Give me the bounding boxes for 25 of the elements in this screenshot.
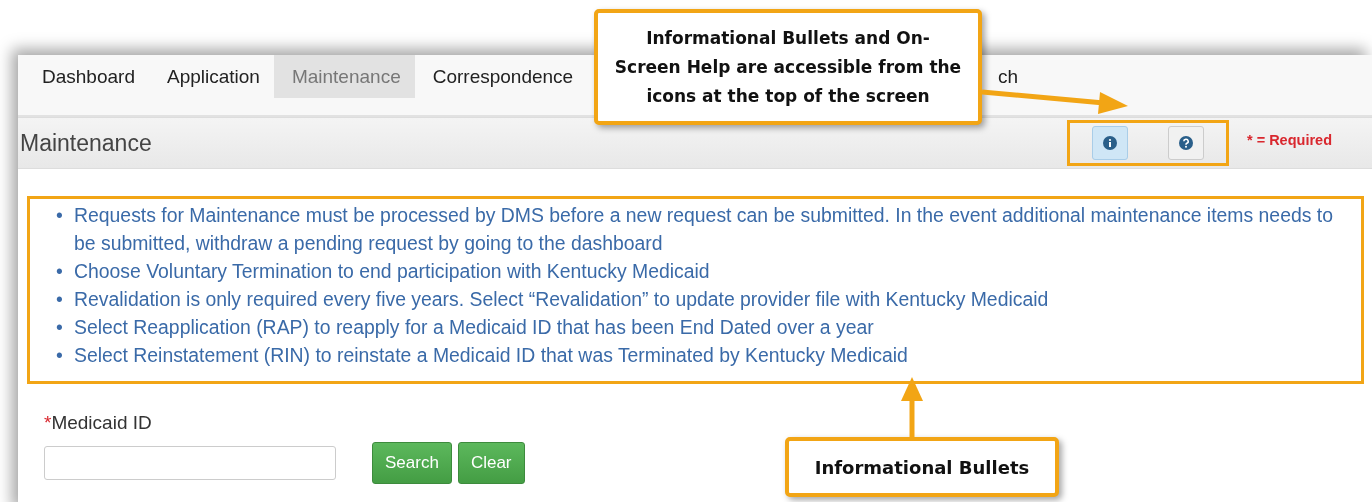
info-bullet: Choose Voluntary Termination to end participation with Kentucky Medicaid: [74, 259, 710, 284]
info-button[interactable]: [1092, 126, 1128, 160]
info-bullet: Select Reapplication (RAP) to reapply for a Medicaid ID that has been End Dated over a year: [74, 315, 874, 340]
bullet-marker: •: [56, 259, 64, 284]
nav-tab[interactable]: ch: [993, 55, 1022, 98]
required-asterisk: *: [44, 412, 52, 433]
info-icon: [1103, 136, 1117, 150]
help-button[interactable]: [1168, 126, 1204, 160]
nav-tab[interactable]: Application: [148, 55, 274, 98]
nav-tab[interactable]: Dashboard: [24, 55, 149, 98]
info-bullet: Revalidation is only required every five years. Select “Revalidation” to update provider file with Kentucky Medicaid: [74, 287, 1049, 312]
bullet-marker: •: [56, 343, 64, 368]
page-title: Maintenance: [19, 129, 152, 157]
bullet-marker: •: [56, 203, 64, 228]
callout: Informational Bullets and On-Screen Help are accessible from the icons at the top of the screen: [594, 9, 982, 125]
callout: Informational Bullets: [785, 437, 1059, 497]
nav-tab[interactable]: Correspondence: [414, 55, 588, 98]
bullet-marker: •: [56, 287, 64, 312]
required-note: * = Required: [1247, 132, 1332, 148]
info-bullet: Select Reinstatement (RIN) to reinstate a Medicaid ID that was Terminated by Kentucky Medicaid: [74, 343, 908, 368]
bullet-marker: •: [56, 315, 64, 340]
medicaid-id-field[interactable]: [44, 446, 336, 480]
help-icon: [1179, 136, 1193, 150]
field-label: Medicaid ID: [51, 412, 152, 433]
info-bullet: Requests for Maintenance must be processed by DMS before a new request can be submitted. In the event additional maintenance items needs to be submitted, withdraw a pending request by going to the dashboard: [74, 203, 1334, 256]
